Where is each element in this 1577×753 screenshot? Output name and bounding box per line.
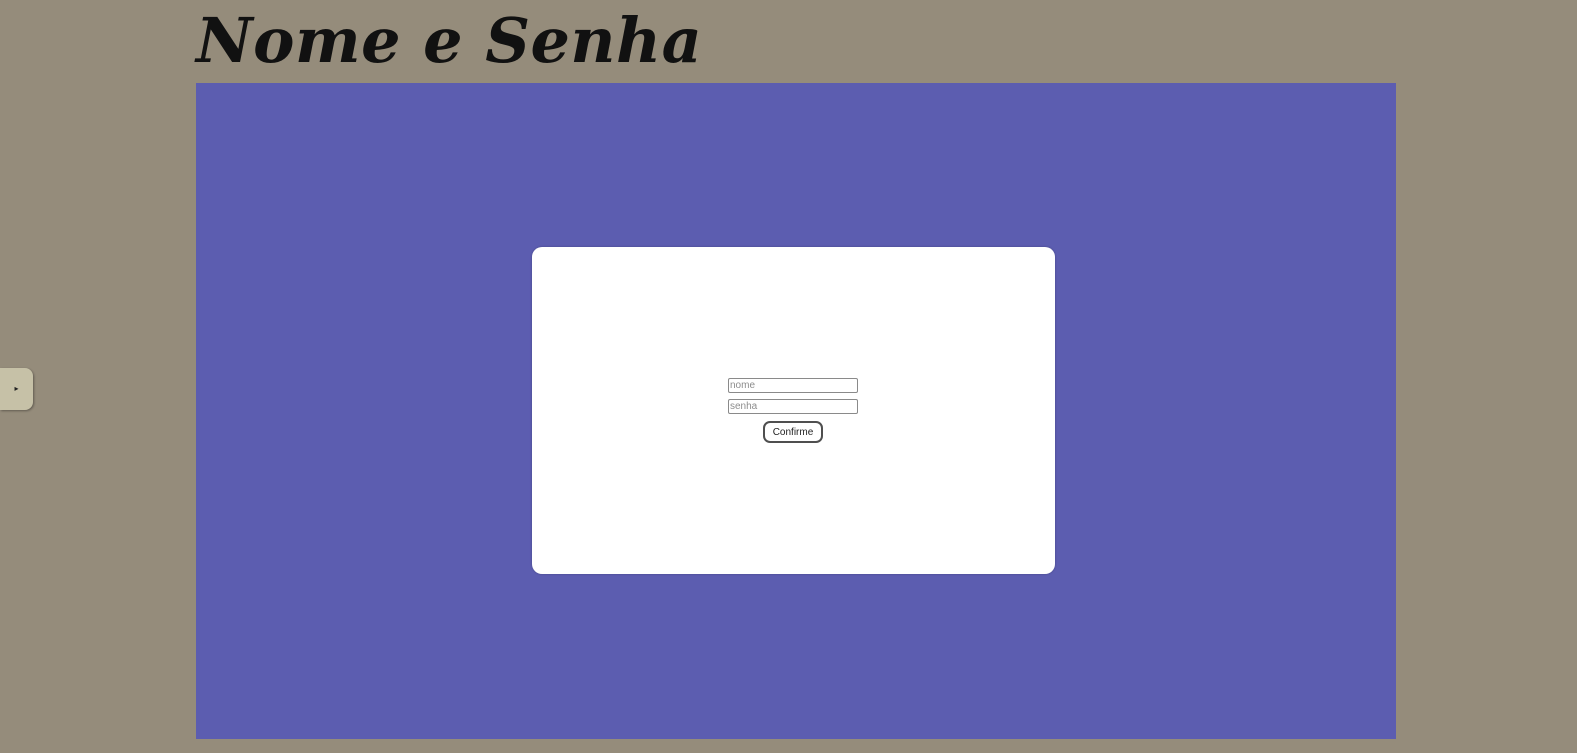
login-card: Confirme [532,247,1055,574]
login-stage: Confirme [196,83,1396,739]
triangle-right-icon: ▸ [14,384,19,393]
password-input[interactable] [728,399,858,414]
confirm-button[interactable]: Confirme [762,421,824,443]
page-title: Nome e Senha [196,4,703,77]
login-form: Confirme [728,378,858,443]
name-input[interactable] [728,378,858,393]
side-panel-toggle-button[interactable]: ▸ [0,368,33,410]
